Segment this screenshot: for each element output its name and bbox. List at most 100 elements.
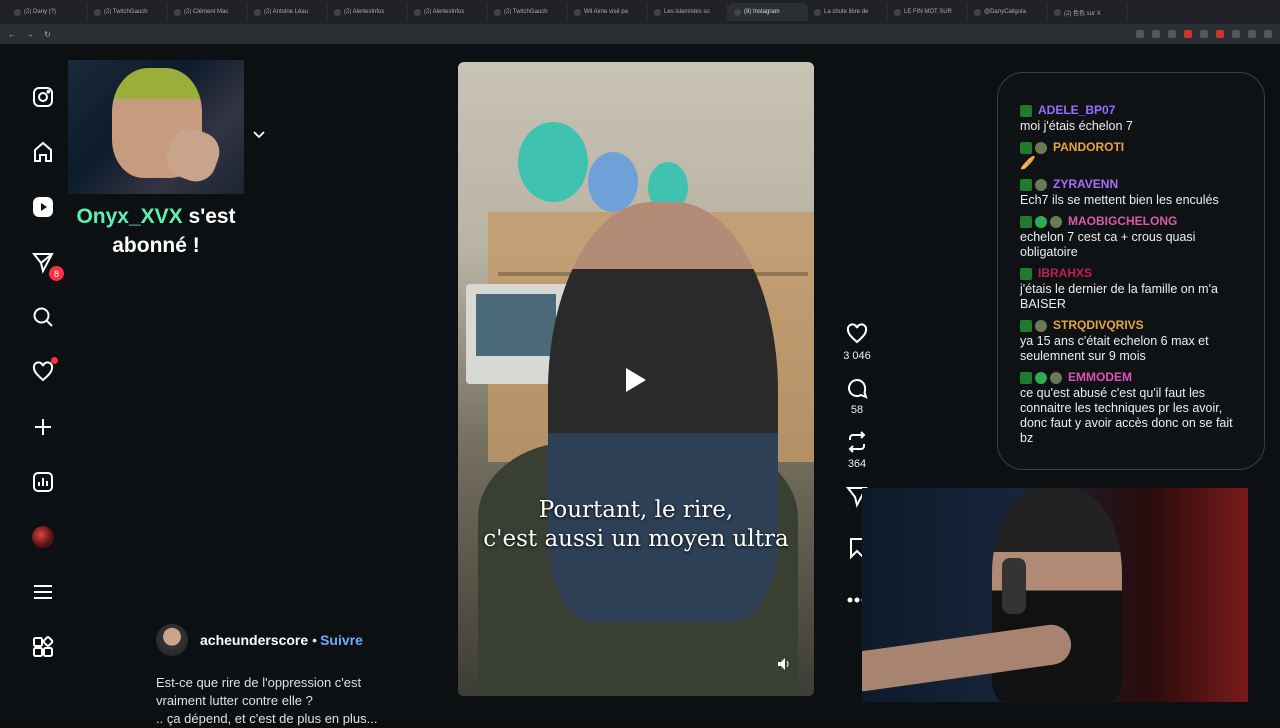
author-avatar[interactable] — [156, 624, 188, 656]
like-count: 3 046 — [843, 350, 871, 362]
extension-icon[interactable] — [1184, 30, 1192, 38]
tab-favicon-icon — [174, 8, 181, 16]
tab-label: Wil Aime visé pa — [584, 9, 629, 15]
tab-label: (2) TwitchGauch — [104, 9, 148, 15]
browser-tab[interactable]: (2) Antoine Léau — [248, 3, 328, 21]
chat-badge-icon — [1020, 141, 1032, 154]
also-from-meta-icon[interactable] — [30, 634, 56, 660]
translate-icon[interactable] — [1152, 30, 1160, 38]
reel-video[interactable]: Pourtant, le rire, c'est aussi un moyen … — [458, 62, 814, 696]
chevron-down-icon[interactable] — [252, 128, 266, 142]
dashboard-icon[interactable] — [30, 469, 56, 495]
extension-icon[interactable] — [1216, 30, 1224, 38]
tab-favicon-icon — [254, 8, 261, 16]
repost-icon[interactable] — [845, 430, 869, 454]
chat-message: PANDOROTI 🥖 — [1020, 140, 1244, 171]
tab-favicon-icon — [94, 8, 101, 16]
tab-favicon-icon — [574, 8, 581, 16]
chat-message: IBRAHXS j'étais le dernier de la famille … — [1020, 266, 1244, 312]
browser-tab[interactable]: (2) TwitchGauch — [88, 3, 168, 21]
chat-text: Ech7 ils se mettent bien les enculés — [1020, 193, 1219, 207]
video-subtitle: Pourtant, le rire, c'est aussi un moyen … — [458, 496, 814, 554]
chat-badge-icon — [1035, 371, 1047, 384]
tab-label: (2) Antoine Léau — [264, 9, 309, 15]
extension-icon[interactable] — [1200, 30, 1208, 38]
repost-action[interactable]: 364 — [845, 430, 869, 470]
chat-message: MAOBIGCHELONG echelon 7 cest ca + crous q… — [1020, 214, 1244, 260]
instagram-logo-icon[interactable] — [30, 84, 56, 110]
comment-action[interactable]: 58 — [845, 376, 869, 416]
play-icon[interactable] — [626, 368, 646, 392]
tab-favicon-icon — [654, 8, 661, 16]
chat-badge-icon — [1035, 215, 1047, 228]
browser-tab-strip: (2) Dany (?) (2) TwitchGauch (2) Clément M… — [0, 0, 1280, 24]
alert-image — [68, 60, 244, 194]
tab-favicon-icon — [894, 8, 901, 16]
caption-line: vraiment lutter contre elle ? — [156, 693, 313, 708]
bookmark-star-icon[interactable] — [1168, 30, 1176, 38]
stream-follow-alert: Onyx_XVX s'est abonné ! — [68, 60, 244, 260]
alert-username: Onyx_XVX — [76, 205, 183, 228]
browser-tab[interactable]: (8) Instagram — [728, 3, 808, 21]
browser-tab[interactable]: (2) Dany (?) — [8, 3, 88, 21]
browser-tab[interactable]: (2) AlertesInfos — [328, 3, 408, 21]
search-icon[interactable] — [30, 304, 56, 330]
browser-tab[interactable]: Wil Aime visé pa — [568, 3, 648, 21]
browser-tab[interactable]: (2) Clément Mac — [168, 3, 248, 21]
notifications-heart-icon[interactable] — [30, 357, 58, 385]
browser-tab[interactable]: La chute libre de — [808, 3, 888, 21]
chat-badge-icon — [1050, 215, 1062, 228]
chat-badge-icon — [1020, 319, 1032, 332]
like-action[interactable]: 3 046 — [843, 322, 871, 362]
zoom-icon[interactable] — [1136, 30, 1144, 38]
tab-favicon-icon — [414, 8, 421, 16]
menu-kebab-icon[interactable] — [1264, 30, 1272, 38]
create-plus-icon[interactable] — [30, 414, 56, 440]
author-name[interactable]: acheunderscore — [200, 632, 308, 648]
chat-username: PANDOROTI — [1053, 140, 1125, 154]
tab-favicon-icon — [334, 8, 341, 16]
back-icon[interactable]: ← — [8, 30, 16, 39]
browser-tab[interactable]: Les islamistes so — [648, 3, 728, 21]
reels-icon[interactable] — [30, 194, 56, 220]
tab-label: (2) AlertesInfos — [424, 9, 465, 15]
chat-username: EMMODEM — [1068, 370, 1132, 384]
follow-button[interactable]: Suivre — [320, 632, 363, 648]
chat-badge-icon — [1020, 371, 1032, 384]
browser-tab[interactable]: @DanyCaligula — [968, 3, 1048, 21]
messages-icon[interactable]: 8 — [30, 249, 64, 281]
tab-label: (2) Clément Mac — [184, 9, 229, 15]
alert-line2: abonné ! — [112, 234, 200, 257]
volume-icon[interactable] — [776, 656, 792, 672]
home-icon[interactable] — [30, 139, 56, 165]
heart-icon[interactable] — [845, 322, 869, 346]
instagram-page: 8 Onyx_XVX s'est abonné ! acheunderscore… — [0, 44, 1280, 726]
chat-text: moi j'étais échelon 7 — [1020, 119, 1133, 133]
profile-avatar[interactable] — [30, 524, 56, 550]
browser-tab[interactable]: (2) AlertesInfos — [408, 3, 488, 21]
chat-username: STRQDIVQRIVS — [1053, 318, 1144, 332]
more-menu-icon[interactable] — [30, 579, 56, 605]
subtitle-line: c'est aussi un moyen ultra — [483, 526, 789, 552]
tab-label: (2) TwitchGauch — [504, 9, 548, 15]
comment-count: 58 — [850, 404, 864, 416]
browser-tab[interactable]: (2) TwitchGauch — [488, 3, 568, 21]
comment-icon[interactable] — [845, 376, 869, 400]
reload-icon[interactable]: ↻ — [44, 30, 51, 39]
chat-username: ZYRAVENN — [1053, 177, 1119, 191]
tab-favicon-icon — [734, 8, 741, 16]
tab-label: La chute libre de — [824, 9, 869, 15]
separator-dot: • — [312, 632, 318, 648]
chat-message: EMMODEM ce qu'est abusé c'est qu'il faut … — [1020, 370, 1244, 446]
forward-icon[interactable]: → — [26, 30, 34, 39]
browser-tab[interactable]: LE FIN MOT SUR — [888, 3, 968, 21]
profile-icon[interactable] — [1248, 30, 1256, 38]
chat-text: echelon 7 cest ca + crous quasi obligato… — [1020, 230, 1196, 259]
stream-chat-overlay: ADELE_BP07 moi j'étais échelon 7 PANDOROTI… — [997, 72, 1265, 470]
extensions-puzzle-icon[interactable] — [1232, 30, 1240, 38]
chat-text: 🥖 — [1020, 156, 1036, 170]
tab-label: @DanyCaligula — [984, 9, 1026, 15]
chat-badge-icon — [1020, 178, 1032, 191]
chat-text: ya 15 ans c'était echelon 6 max et seule… — [1020, 334, 1209, 363]
browser-tab[interactable]: (2) 色色 sur X — [1048, 3, 1128, 21]
